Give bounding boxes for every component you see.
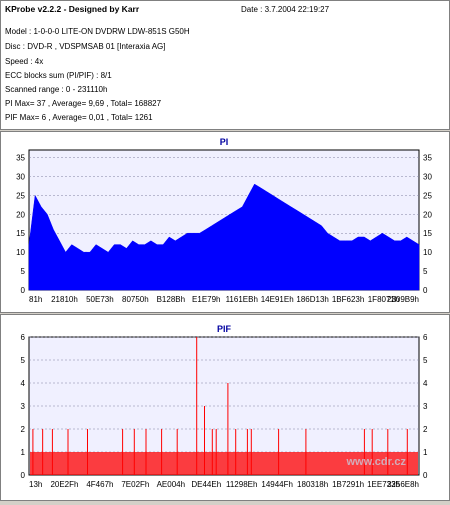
y-tick-label-left: 2 — [21, 425, 26, 434]
pif-chart-panel: PIF 0 0 1 1 2 2 3 3 4 4 5 5 6 6 13h 20E2Fh 4F467h 7E02Fh AE… — [0, 314, 450, 501]
y-tick-label-right: 5 — [423, 356, 428, 365]
ecc-info: ECC blocks sum (PI/PIF) : 8/1 — [5, 71, 112, 80]
y-tick-label-left: 6 — [21, 333, 26, 342]
x-tick-label: DE44Eh — [191, 480, 221, 489]
y-tick-label-right: 4 — [423, 379, 428, 388]
x-tick-label: 21810h — [51, 295, 78, 304]
x-tick-label: 81h — [29, 295, 42, 304]
app-title: KProbe v2.2.2 - Designed by Karr — [5, 4, 140, 14]
x-tick-label: 20E2Fh — [50, 480, 78, 489]
chart-title: PIF — [217, 324, 232, 334]
y-tick-label-right: 15 — [423, 229, 432, 238]
y-tick-label-right: 20 — [423, 210, 432, 219]
x-tick-label: 2309B9h — [387, 295, 419, 304]
x-tick-label: 180318h — [297, 480, 328, 489]
y-tick-label-left: 30 — [16, 172, 25, 181]
pi-stats: PI Max= 37 , Average= 9,69 , Total= 1688… — [5, 99, 162, 108]
y-tick-label-left: 20 — [16, 210, 25, 219]
y-tick-label-right: 5 — [423, 267, 428, 276]
disc-info: Disc : DVD-R , VDSPMSAB 01 [Interaxia AG… — [5, 42, 166, 51]
x-tick-label: 14E91Eh — [261, 295, 294, 304]
x-tick-label: 2256E8h — [387, 480, 419, 489]
y-tick-label-right: 25 — [423, 191, 432, 200]
x-tick-label: B128Bh — [157, 295, 185, 304]
x-tick-label: 1B7291h — [332, 480, 364, 489]
x-tick-label: 14944Fh — [261, 480, 293, 489]
y-tick-label-left: 0 — [21, 471, 26, 480]
y-tick-label-left: 0 — [21, 286, 26, 295]
y-tick-label-left: 15 — [16, 229, 25, 238]
y-tick-label-right: 0 — [423, 471, 428, 480]
y-tick-label-right: 35 — [423, 154, 432, 163]
y-tick-label-left: 4 — [21, 379, 26, 388]
y-tick-label-right: 2 — [423, 425, 428, 434]
y-tick-label-right: 1 — [423, 448, 428, 457]
info-panel: KProbe v2.2.2 - Designed by Karr Date : … — [0, 0, 450, 130]
scan-date: Date : 3.7.2004 22:19:27 — [241, 5, 330, 14]
pi-chart: PI 0 0 5 5 10 10 15 15 20 20 25 25 30 30 35 35 81h 21810h 5… — [16, 137, 432, 304]
y-tick-label-left: 10 — [16, 248, 25, 257]
x-tick-label: 4F467h — [86, 480, 113, 489]
y-tick-label-left: 3 — [21, 402, 26, 411]
x-tick-label: AE004h — [157, 480, 185, 489]
y-tick-label-left: 25 — [16, 191, 25, 200]
watermark: www.cdr.cz — [345, 456, 406, 468]
x-tick-label: 1BF623h — [332, 295, 364, 304]
y-tick-label-left: 5 — [21, 267, 26, 276]
y-tick-label-right: 0 — [423, 286, 428, 295]
x-tick-label: 11298Eh — [226, 480, 257, 489]
pif-stats: PIF Max= 6 , Average= 0,01 , Total= 1261 — [5, 113, 153, 122]
x-tick-label: 13h — [29, 480, 42, 489]
speed-info: Speed : 4x — [5, 57, 44, 66]
scanned-range: Scanned range : 0 - 231110h — [5, 85, 108, 94]
y-tick-label-left: 5 — [21, 356, 26, 365]
x-tick-label: 80750h — [122, 295, 149, 304]
x-tick-label: 1161EBh — [226, 295, 258, 304]
x-tick-label: 7E02Fh — [121, 480, 149, 489]
x-tick-label: E1E79h — [192, 295, 220, 304]
y-tick-label-right: 3 — [423, 402, 428, 411]
chart-title: PI — [220, 137, 229, 147]
x-tick-label: 50E73h — [86, 295, 114, 304]
x-tick-label: 186D13h — [296, 295, 328, 304]
y-tick-label-right: 10 — [423, 248, 432, 257]
y-tick-label-left: 1 — [21, 448, 26, 457]
pi-chart-panel: PI 0 0 5 5 10 10 15 15 20 20 25 25 30 30 35 35 81h 21810h 5… — [0, 131, 450, 313]
y-tick-label-right: 30 — [423, 172, 432, 181]
pif-chart: PIF 0 0 1 1 2 2 3 3 4 4 5 5 6 6 13h 20E2Fh 4F467h 7E02Fh AE… — [21, 324, 428, 489]
y-tick-label-left: 35 — [16, 154, 25, 163]
drive-model: Model : 1-0-0-0 LITE-ON DVDRW LDW-851S G… — [5, 27, 190, 36]
y-tick-label-right: 6 — [423, 333, 428, 342]
